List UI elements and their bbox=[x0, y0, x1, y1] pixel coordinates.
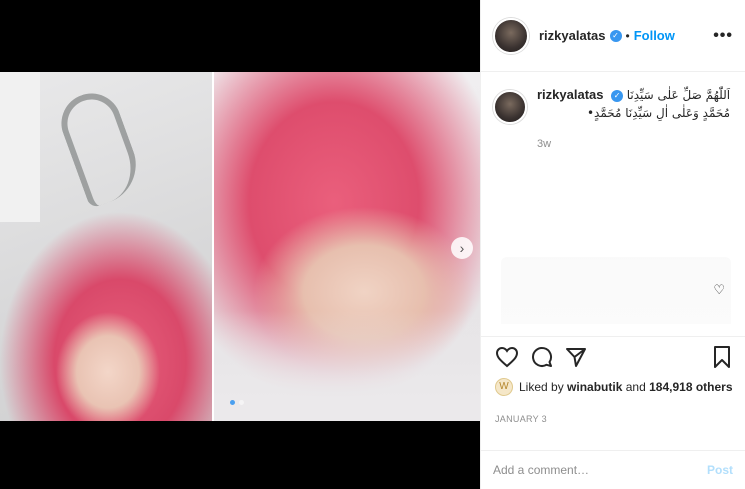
baby-photo-left bbox=[0, 72, 212, 421]
likes-row: W Liked by winabutik and 184,918 others bbox=[495, 378, 733, 396]
baby-photo-right bbox=[214, 72, 480, 421]
caption-text: rizkyalatas ✓ اَللّٰهُمَّ صَلِّ عَلٰى سَ… bbox=[537, 86, 730, 122]
paper-card bbox=[0, 72, 40, 222]
post-button[interactable]: Post bbox=[707, 463, 733, 477]
likes-user[interactable]: winabutik bbox=[567, 380, 622, 394]
share-icon[interactable] bbox=[565, 346, 587, 368]
action-bar bbox=[481, 336, 745, 376]
post-age: 3w bbox=[537, 138, 552, 150]
comment-input[interactable]: Add a comment… bbox=[493, 463, 589, 477]
photo-fade bbox=[214, 311, 480, 421]
separator-dot: • bbox=[625, 28, 630, 43]
caption-line-2: مُحَمَّدٍ وَعَلٰى اٰلِ سَيِّدِنَا مُحَمَ… bbox=[586, 106, 731, 120]
caption-row: rizkyalatas ✓ اَللّٰهُمَّ صَلِّ عَلٰى سَ… bbox=[493, 86, 733, 124]
post-media[interactable]: › bbox=[0, 0, 480, 489]
carousel-dots bbox=[230, 400, 244, 405]
likes-middle: and bbox=[625, 380, 646, 394]
caption-like-heart-icon[interactable]: ♡ bbox=[713, 282, 725, 298]
liker-avatar[interactable]: W bbox=[495, 378, 513, 396]
avatar[interactable] bbox=[493, 17, 529, 54]
likes-count[interactable]: 184,918 others bbox=[649, 380, 732, 394]
header-username[interactable]: rizkyalatas bbox=[539, 28, 606, 43]
follow-button[interactable]: Follow bbox=[634, 28, 675, 43]
cable bbox=[52, 85, 148, 209]
comment-icon[interactable] bbox=[531, 346, 553, 368]
comment-bar: Add a comment… Post bbox=[481, 450, 745, 489]
heart-icon[interactable] bbox=[495, 346, 519, 368]
carousel-dot bbox=[239, 400, 244, 405]
verified-badge-icon: ✓ bbox=[609, 29, 622, 42]
chevron-right-icon[interactable]: › bbox=[451, 237, 473, 259]
post-date: JANUARY 3 bbox=[495, 414, 547, 424]
carousel-dot-active bbox=[230, 400, 235, 405]
bookmark-icon[interactable] bbox=[713, 345, 731, 369]
post-sidebar: rizkyalatas ✓ • Follow ••• rizkyalatas ✓… bbox=[480, 0, 745, 489]
caption-line-1: اَللّٰهُمَّ صَلِّ عَلٰى سَيِّدِنَا bbox=[626, 88, 731, 102]
post-header: rizkyalatas ✓ • Follow ••• bbox=[481, 0, 745, 72]
verified-badge-icon: ✓ bbox=[611, 89, 624, 102]
caption-username[interactable]: rizkyalatas bbox=[537, 87, 604, 102]
watermark-ghost bbox=[501, 257, 731, 324]
more-options-icon[interactable]: ••• bbox=[713, 27, 733, 45]
likes-prefix: Liked by bbox=[519, 380, 564, 394]
caption-area: rizkyalatas ✓ اَللّٰهُمَّ صَلِّ عَلٰى سَ… bbox=[481, 72, 745, 324]
caption-avatar[interactable] bbox=[493, 90, 527, 124]
